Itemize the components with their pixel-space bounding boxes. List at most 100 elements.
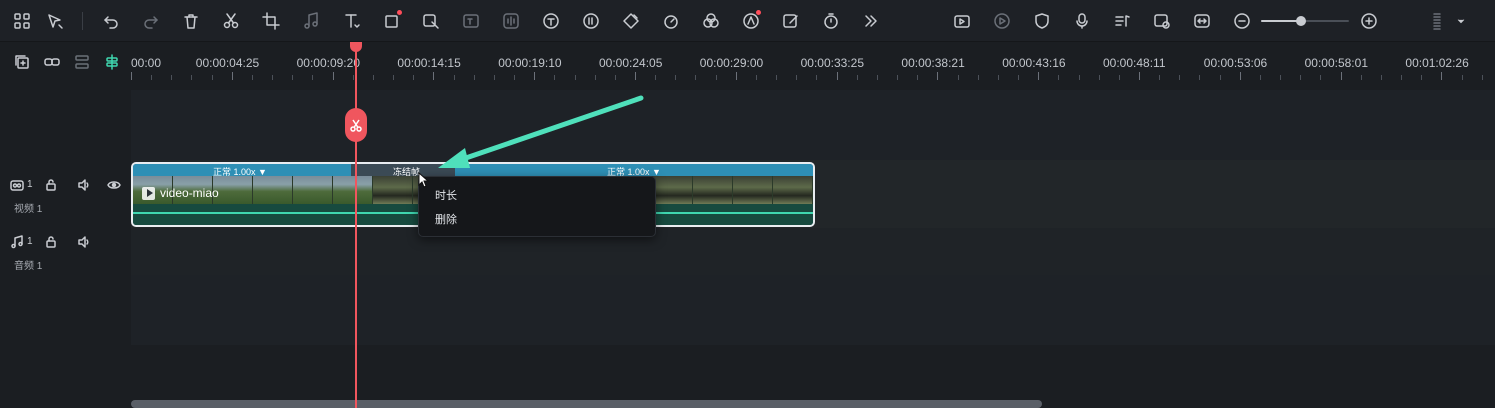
ruler-minor-tick — [372, 75, 374, 80]
add-track-icon[interactable] — [10, 50, 34, 74]
audio-track-number: 1 — [27, 236, 33, 247]
ruler-minor-tick — [917, 75, 919, 80]
lock-icon[interactable] — [42, 233, 60, 251]
text-to-speech-icon[interactable] — [579, 9, 603, 33]
music-list-icon[interactable] — [1110, 9, 1134, 33]
ruler-major-tick — [231, 72, 233, 80]
ruler-minor-tick — [1481, 75, 1483, 80]
ruler-major-tick — [131, 72, 132, 80]
ruler-major-tick — [735, 72, 737, 80]
select-tool-icon[interactable] — [43, 9, 67, 33]
ruler-minor-tick — [977, 75, 979, 80]
ruler-minor-tick — [1058, 75, 1060, 80]
empty-lane[interactable] — [131, 90, 1495, 160]
ruler-minor-tick — [594, 75, 596, 80]
redo-icon[interactable] — [139, 9, 163, 33]
ruler-major-tick — [332, 72, 334, 80]
crop-icon[interactable] — [259, 9, 283, 33]
timer-icon[interactable] — [819, 9, 843, 33]
speed-icon[interactable] — [659, 9, 683, 33]
fit-icon[interactable] — [1190, 9, 1214, 33]
ruler-minor-tick — [393, 75, 395, 80]
ruler-minor-tick — [897, 75, 899, 80]
grid-icon[interactable] — [10, 9, 34, 33]
color-icon[interactable] — [699, 9, 723, 33]
voice-icon[interactable] — [499, 9, 523, 33]
volume-icon[interactable] — [75, 176, 93, 194]
shape-icon[interactable] — [380, 9, 404, 33]
microphone-icon[interactable] — [1070, 9, 1094, 33]
ai-cutout-icon[interactable] — [419, 9, 443, 33]
timeline-footer — [0, 345, 1495, 408]
volume-icon[interactable] — [75, 233, 93, 251]
menu-item-delete[interactable]: 删除 — [435, 211, 457, 227]
ruler-major-tick — [534, 72, 536, 80]
thumbnail — [293, 176, 333, 204]
ruler-minor-tick — [292, 75, 294, 80]
ruler-major-tick — [937, 72, 939, 80]
ruler-minor-tick — [1280, 75, 1282, 80]
clip-name: video-miao — [160, 186, 219, 200]
clip-title: video-miao — [142, 186, 219, 200]
lock-icon[interactable] — [42, 176, 60, 194]
layout-icon[interactable] — [1428, 9, 1452, 33]
eye-icon[interactable] — [105, 176, 123, 194]
ruler-minor-tick — [574, 75, 576, 80]
timeline-ruler[interactable]: 00:00 00:00:04:25 00:00:09:20 00:00:14:15 00… — [131, 42, 1495, 90]
playhead[interactable] — [355, 42, 357, 408]
ruler-minor-tick — [1320, 75, 1322, 80]
menu-item-duration[interactable]: 时长 — [435, 187, 457, 203]
timeline-ruler-row: 00:00 00:00:04:25 00:00:09:20 00:00:14:15 00… — [0, 42, 1495, 90]
ai-effect-icon[interactable] — [739, 9, 763, 33]
ruler-minor-tick — [1078, 75, 1080, 80]
ruler-major-tick — [433, 72, 435, 80]
ruler-tick-label: 00:00 — [131, 56, 162, 70]
screen-record-icon[interactable] — [1150, 9, 1174, 33]
audio-icon[interactable] — [299, 9, 323, 33]
ruler-major-tick — [1340, 72, 1342, 80]
ruler-minor-tick — [312, 75, 314, 80]
cut-icon[interactable] — [219, 9, 243, 33]
zoom-slider-fill — [1261, 20, 1301, 22]
cursor-icon — [418, 172, 430, 188]
empty-lane[interactable] — [131, 275, 1495, 345]
keyframe-icon[interactable] — [619, 9, 643, 33]
horizontal-scrollbar[interactable] — [131, 400, 1042, 408]
split-scissor-button[interactable] — [345, 108, 367, 142]
track-headers: 1 视频 1 1 音频 1 — [0, 90, 131, 345]
ruler-minor-tick — [1461, 75, 1463, 80]
more-icon[interactable] — [859, 9, 883, 33]
ruler-minor-tick — [272, 75, 274, 80]
link-icon[interactable] — [40, 50, 64, 74]
chevron-down-icon[interactable] — [1452, 9, 1470, 33]
zoom-out-icon[interactable] — [1230, 9, 1254, 33]
ruler-minor-tick — [1259, 75, 1261, 80]
delete-icon[interactable] — [179, 9, 203, 33]
speech-to-text-icon[interactable] — [539, 9, 563, 33]
ruler-minor-tick — [997, 75, 999, 80]
thumbnail — [693, 176, 733, 204]
ruler-minor-tick — [655, 75, 657, 80]
snap-icon[interactable] — [100, 50, 124, 74]
ai-edit-icon[interactable] — [779, 9, 803, 33]
zoom-slider-handle[interactable] — [1295, 16, 1306, 26]
render-icon[interactable] — [950, 9, 974, 33]
audio-lane[interactable] — [131, 228, 1495, 275]
thumbnail — [373, 176, 413, 204]
music-note-icon — [8, 233, 26, 251]
ruler-tick-label: 00:00:38:21 — [901, 56, 965, 70]
video-track-number: 1 — [27, 179, 33, 190]
shield-icon[interactable] — [1030, 9, 1054, 33]
track-height-icon[interactable] — [70, 50, 94, 74]
undo-icon[interactable] — [99, 9, 123, 33]
ruler-minor-tick — [251, 75, 253, 80]
ruler-minor-tick — [1118, 75, 1120, 80]
ai-text-icon[interactable] — [459, 9, 483, 33]
ruler-tick-label: 00:00:04:25 — [195, 56, 260, 70]
thumbnail — [213, 176, 253, 204]
ruler-tick-label: 00:00:58:01 — [1304, 56, 1368, 70]
zoom-in-icon[interactable] — [1357, 9, 1381, 33]
text-icon[interactable] — [340, 9, 364, 33]
video-track-icon — [8, 176, 26, 194]
preview-icon[interactable] — [990, 9, 1014, 33]
